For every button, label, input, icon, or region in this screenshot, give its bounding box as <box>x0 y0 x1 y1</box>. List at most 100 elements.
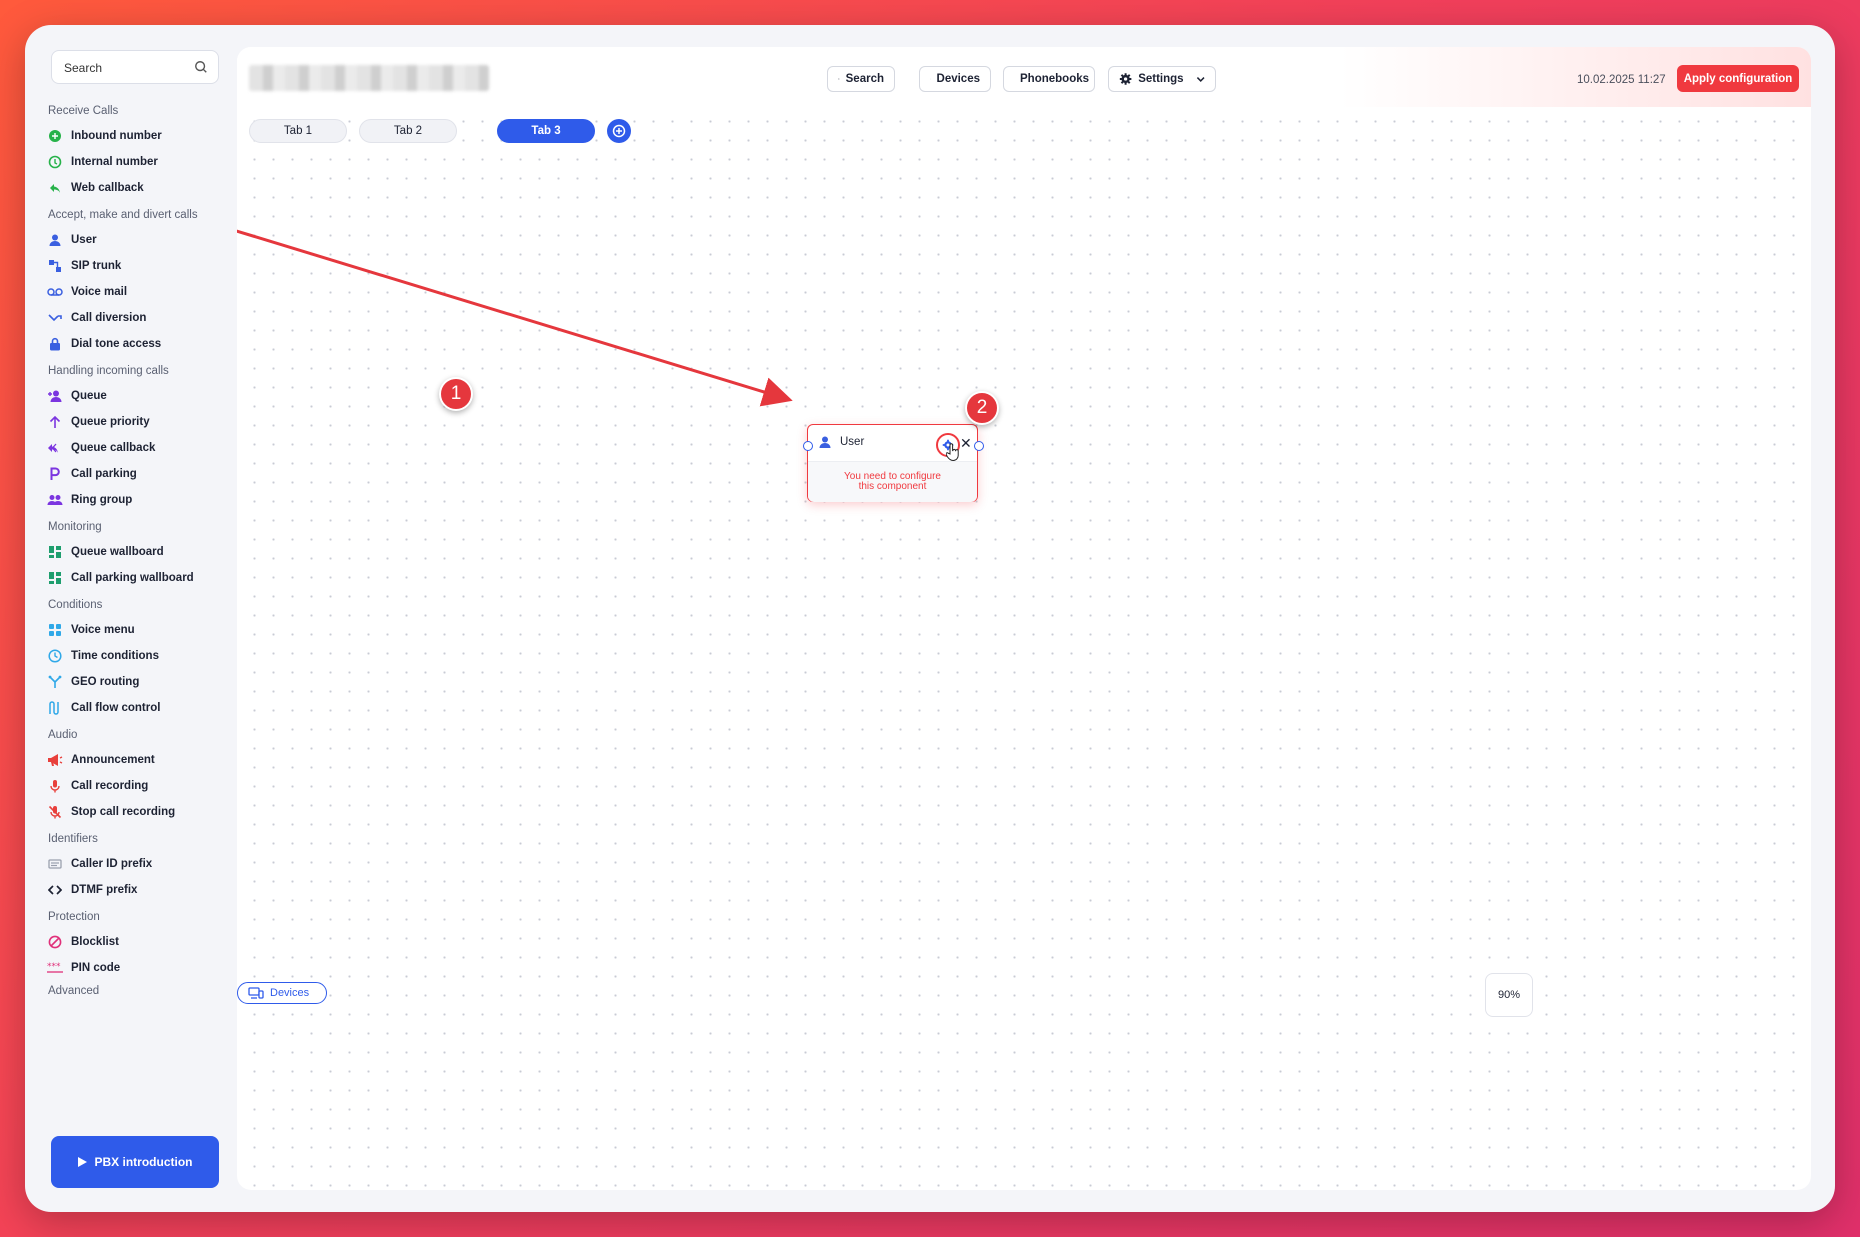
app-window: Receive Calls Inbound number Internal nu… <box>25 25 1835 1212</box>
sidebar-item-dtmf-prefix[interactable]: DTMF prefix <box>47 877 227 903</box>
sidebar-item-label: DTMF prefix <box>71 884 138 896</box>
microphone-off-icon <box>47 804 63 820</box>
sidebar-item-voice-menu[interactable]: Voice menu <box>47 617 227 643</box>
wallboard-icon <box>47 544 63 560</box>
sidebar-item-label: Voice mail <box>71 286 128 298</box>
sidebar-item-label: Stop call recording <box>71 806 176 818</box>
sidebar-item-label: Voice menu <box>71 624 135 636</box>
sidebar-item-geo-routing[interactable]: GEO routing <box>47 669 227 695</box>
microphone-icon <box>47 778 63 794</box>
call-flow-icon <box>47 700 63 716</box>
sidebar-item-label: Call parking wallboard <box>71 572 194 584</box>
sidebar-item-voice-mail[interactable]: Voice mail <box>47 279 227 305</box>
sidebar-item-label: Call diversion <box>71 312 147 324</box>
sidebar-item-label: PIN code <box>71 962 121 974</box>
sidebar-item-label: Ring group <box>71 494 133 506</box>
internal-number-icon <box>47 154 63 170</box>
sidebar-item-label: Inbound number <box>71 130 162 142</box>
geo-routing-icon <box>47 674 63 690</box>
node-title: User <box>840 436 865 448</box>
add-tab-button[interactable] <box>607 119 631 143</box>
lock-icon <box>47 336 63 352</box>
sidebar-item-caller-id-prefix[interactable]: Caller ID prefix <box>47 851 227 877</box>
phonebooks-button[interactable]: Phonebooks <box>1003 66 1095 92</box>
sidebar-item-label: Web callback <box>71 182 144 194</box>
sidebar-item-queue-wallboard[interactable]: Queue wallboard <box>47 539 227 565</box>
zoom-level[interactable]: 90% <box>1485 973 1533 1017</box>
sidebar-item-label: Announcement <box>71 754 155 766</box>
input-port[interactable] <box>803 441 813 451</box>
sidebar-item-time-conditions[interactable]: Time conditions <box>47 643 227 669</box>
sidebar-item-label: GEO routing <box>71 676 140 688</box>
drag-arrow <box>237 229 793 407</box>
sidebar-item-queue[interactable]: Queue <box>47 383 227 409</box>
annotation-badge-1: 1 <box>439 377 473 411</box>
call-diversion-icon <box>47 310 63 326</box>
output-port[interactable] <box>974 441 984 451</box>
sidebar: Receive Calls Inbound number Internal nu… <box>25 25 237 1212</box>
sidebar-item-pin-code[interactable]: *** PIN code <box>47 955 227 981</box>
tab-3[interactable]: Tab 3 <box>497 119 595 143</box>
search-icon <box>838 78 840 80</box>
sidebar-item-label: Internal number <box>71 156 158 168</box>
settings-dropdown[interactable]: Settings <box>1108 66 1216 92</box>
node-body: You need to configure this component <box>808 461 977 502</box>
devices-button-label: Devices <box>936 73 980 85</box>
ring-group-icon <box>47 492 63 508</box>
sidebar-item-internal-number[interactable]: Internal number <box>47 149 227 175</box>
sidebar-item-label: Queue <box>71 390 107 402</box>
sidebar-item-label: Call recording <box>71 780 149 792</box>
sidebar-item-queue-priority[interactable]: Queue priority <box>47 409 227 435</box>
sidebar-item-call-parking[interactable]: Call parking <box>47 461 227 487</box>
search-button[interactable]: Search <box>827 66 895 92</box>
play-icon <box>77 1157 87 1167</box>
sidebar-item-queue-callback[interactable]: Queue callback <box>47 435 227 461</box>
devices-button[interactable]: Devices <box>919 66 991 92</box>
search-icon[interactable] <box>194 60 208 74</box>
sidebar-item-label: Queue wallboard <box>71 546 164 558</box>
sidebar-item-announcement[interactable]: Announcement <box>47 747 227 773</box>
sidebar-item-dial-tone-access[interactable]: Dial tone access <box>47 331 227 357</box>
sidebar-item-inbound-number[interactable]: Inbound number <box>47 123 227 149</box>
section-title: Advanced <box>48 985 100 997</box>
sidebar-item-call-parking-wallboard[interactable]: Call parking wallboard <box>47 565 227 591</box>
node-warning: You need to configure this component <box>844 471 941 492</box>
tab-2[interactable]: Tab 2 <box>359 119 457 143</box>
sidebar-item-label: Dial tone access <box>71 338 162 350</box>
user-node[interactable]: User ✕ You need to configure this compon… <box>803 424 984 502</box>
section-title: Monitoring <box>48 521 102 533</box>
tab-1[interactable]: Tab 1 <box>249 119 347 143</box>
sidebar-search-input[interactable] <box>62 58 196 78</box>
phonebooks-button-label: Phonebooks <box>1020 73 1090 85</box>
caller-id-icon <box>47 856 63 872</box>
sidebar-item-stop-call-recording[interactable]: Stop call recording <box>47 799 227 825</box>
node-header: User <box>818 435 864 449</box>
sidebar-item-call-diversion[interactable]: Call diversion <box>47 305 227 331</box>
devices-toggle[interactable]: Devices <box>237 982 327 1004</box>
apply-configuration-button[interactable]: Apply configuration <box>1677 65 1799 92</box>
section-title: Receive Calls <box>48 105 119 117</box>
sidebar-item-user[interactable]: User <box>47 227 227 253</box>
top-toolbar: Search Devices Phonebooks Settings 10.02… <box>237 47 1811 107</box>
flow-canvas[interactable]: Search Devices Phonebooks Settings 10.02… <box>237 47 1811 1190</box>
sidebar-item-sip-trunk[interactable]: SIP trunk <box>47 253 227 279</box>
section-title: Protection <box>48 911 100 923</box>
inbound-number-icon <box>47 128 63 144</box>
pbx-introduction-label: PBX introduction <box>94 1155 193 1169</box>
sidebar-item-label: Queue priority <box>71 416 150 428</box>
sidebar-search[interactable] <box>51 50 219 84</box>
sidebar-item-call-flow-control[interactable]: Call flow control <box>47 695 227 721</box>
sidebar-item-call-recording[interactable]: Call recording <box>47 773 227 799</box>
plus-circle-icon <box>612 124 626 138</box>
sidebar-item-label: Queue callback <box>71 442 156 454</box>
wallboard-icon <box>47 570 63 586</box>
pbx-introduction-button[interactable]: PBX introduction <box>51 1136 219 1188</box>
sidebar-item-ring-group[interactable]: Ring group <box>47 487 227 513</box>
sidebar-item-blocklist[interactable]: Blocklist <box>47 929 227 955</box>
parking-icon <box>47 466 63 482</box>
devices-icon <box>930 78 931 80</box>
node-close-button[interactable]: ✕ <box>960 435 972 452</box>
arrow-up-icon <box>47 414 63 430</box>
sidebar-item-web-callback[interactable]: Web callback <box>47 175 227 201</box>
queue-icon <box>47 388 63 404</box>
